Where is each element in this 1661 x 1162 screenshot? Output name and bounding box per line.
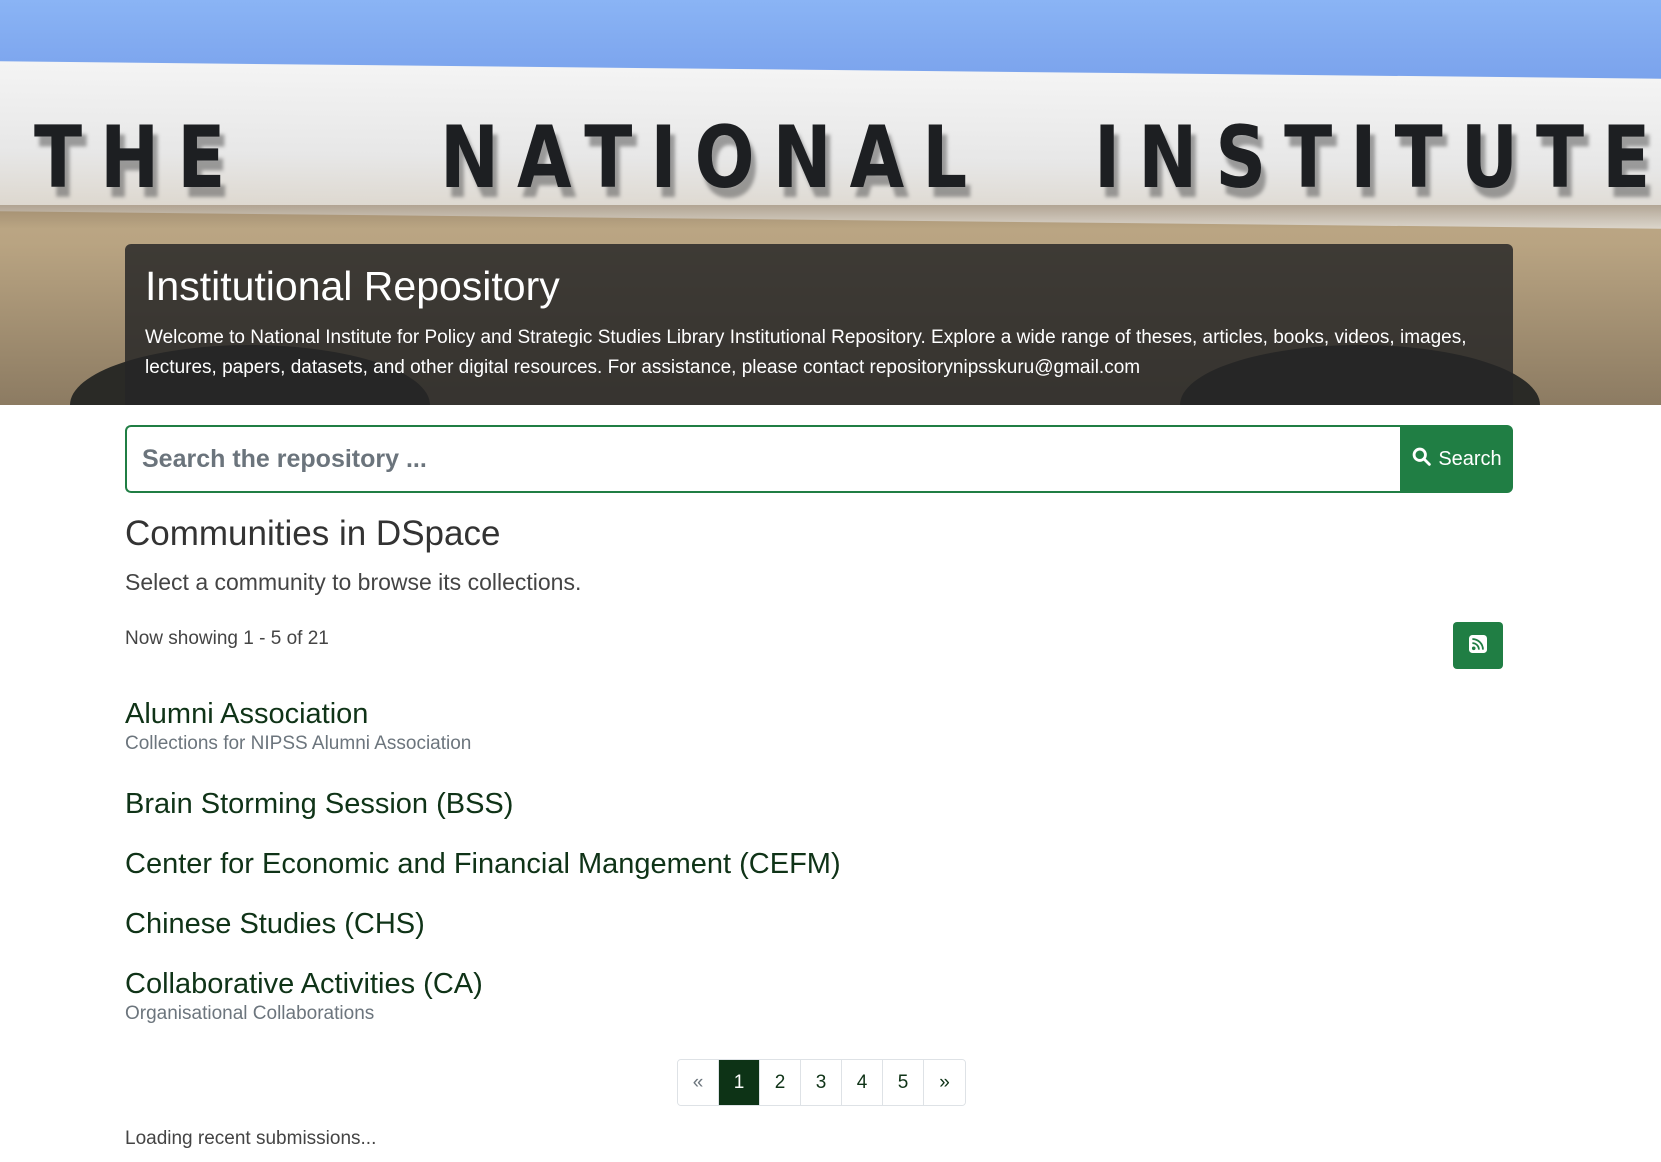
- community-link[interactable]: Collaborative Activities (CA): [125, 965, 483, 1003]
- sign-word-the: THE: [34, 108, 244, 208]
- search-icon: [1411, 446, 1432, 473]
- list-item: Brain Storming Session (BSS): [125, 785, 513, 823]
- community-description: Collections for NIPSS Alumni Association: [125, 733, 472, 754]
- sign-word-national: NATIONAL: [440, 108, 986, 208]
- banner-sign-shadow: [0, 205, 1661, 229]
- community-link[interactable]: Center for Economic and Financial Mangem…: [125, 845, 841, 883]
- pagination-page-3[interactable]: 3: [801, 1060, 842, 1105]
- search-button[interactable]: Search: [1400, 425, 1513, 493]
- rss-icon: [1469, 634, 1487, 657]
- communities-heading: Communities in DSpace: [125, 514, 501, 553]
- list-item: Alumni Association Collections for NIPSS…: [125, 695, 471, 755]
- list-item: Chinese Studies (CHS): [125, 905, 425, 943]
- recent-submissions-loading: Loading recent submissions...: [125, 1128, 377, 1149]
- community-link[interactable]: Chinese Studies (CHS): [125, 905, 425, 943]
- pagination-next[interactable]: »: [924, 1060, 965, 1105]
- pagination-page-5[interactable]: 5: [883, 1060, 924, 1105]
- list-item: Center for Economic and Financial Mangem…: [125, 845, 841, 883]
- hero-jumbotron: Institutional Repository Welcome to Nati…: [125, 244, 1513, 405]
- sign-word-institute: INSTITUTE: [1094, 108, 1661, 208]
- pagination-page-1[interactable]: 1: [719, 1060, 760, 1105]
- pagination-page-4[interactable]: 4: [842, 1060, 883, 1105]
- search-input[interactable]: [125, 425, 1400, 493]
- rss-feed-button[interactable]: [1453, 622, 1503, 669]
- pagination: « 1 2 3 4 5 »: [677, 1059, 966, 1106]
- hero-banner: THE NATIONAL INSTITUTE Institutional Rep…: [0, 0, 1661, 405]
- search-bar: Search: [125, 425, 1513, 493]
- community-link[interactable]: Alumni Association: [125, 695, 471, 733]
- welcome-text: Welcome to National Institute for Policy…: [145, 327, 1467, 379]
- communities-subheading: Select a community to browse its collect…: [125, 569, 582, 595]
- search-button-label: Search: [1438, 447, 1502, 470]
- page-title: Institutional Repository: [145, 263, 560, 309]
- results-count: Now showing 1 - 5 of 21: [125, 628, 329, 649]
- community-link[interactable]: Brain Storming Session (BSS): [125, 785, 513, 823]
- pagination-page-2[interactable]: 2: [760, 1060, 801, 1105]
- list-item: Collaborative Activities (CA) Organisati…: [125, 965, 483, 1025]
- community-description: Organisational Collaborations: [125, 1003, 375, 1024]
- pagination-prev[interactable]: «: [678, 1060, 719, 1105]
